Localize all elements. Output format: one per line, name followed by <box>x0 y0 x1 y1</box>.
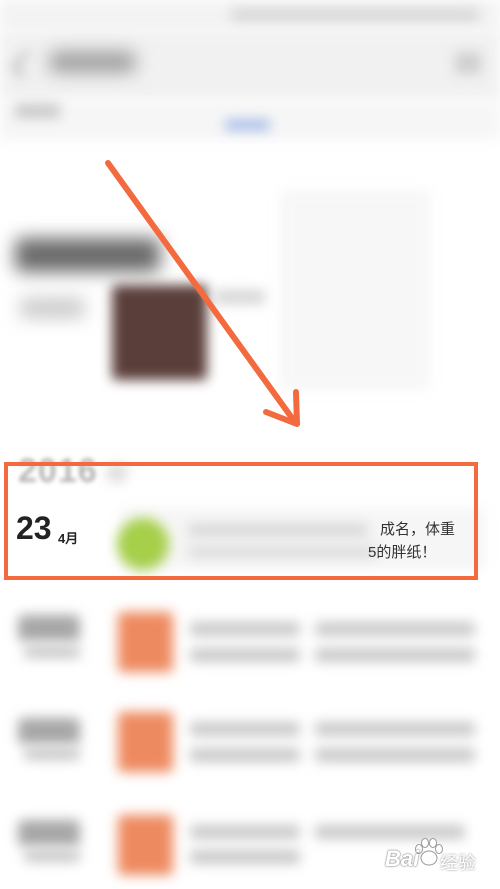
watermark-suffix: 经验 <box>440 853 476 873</box>
pointer-arrow-icon <box>105 160 300 427</box>
watermark-brand: Bai <box>385 846 420 871</box>
